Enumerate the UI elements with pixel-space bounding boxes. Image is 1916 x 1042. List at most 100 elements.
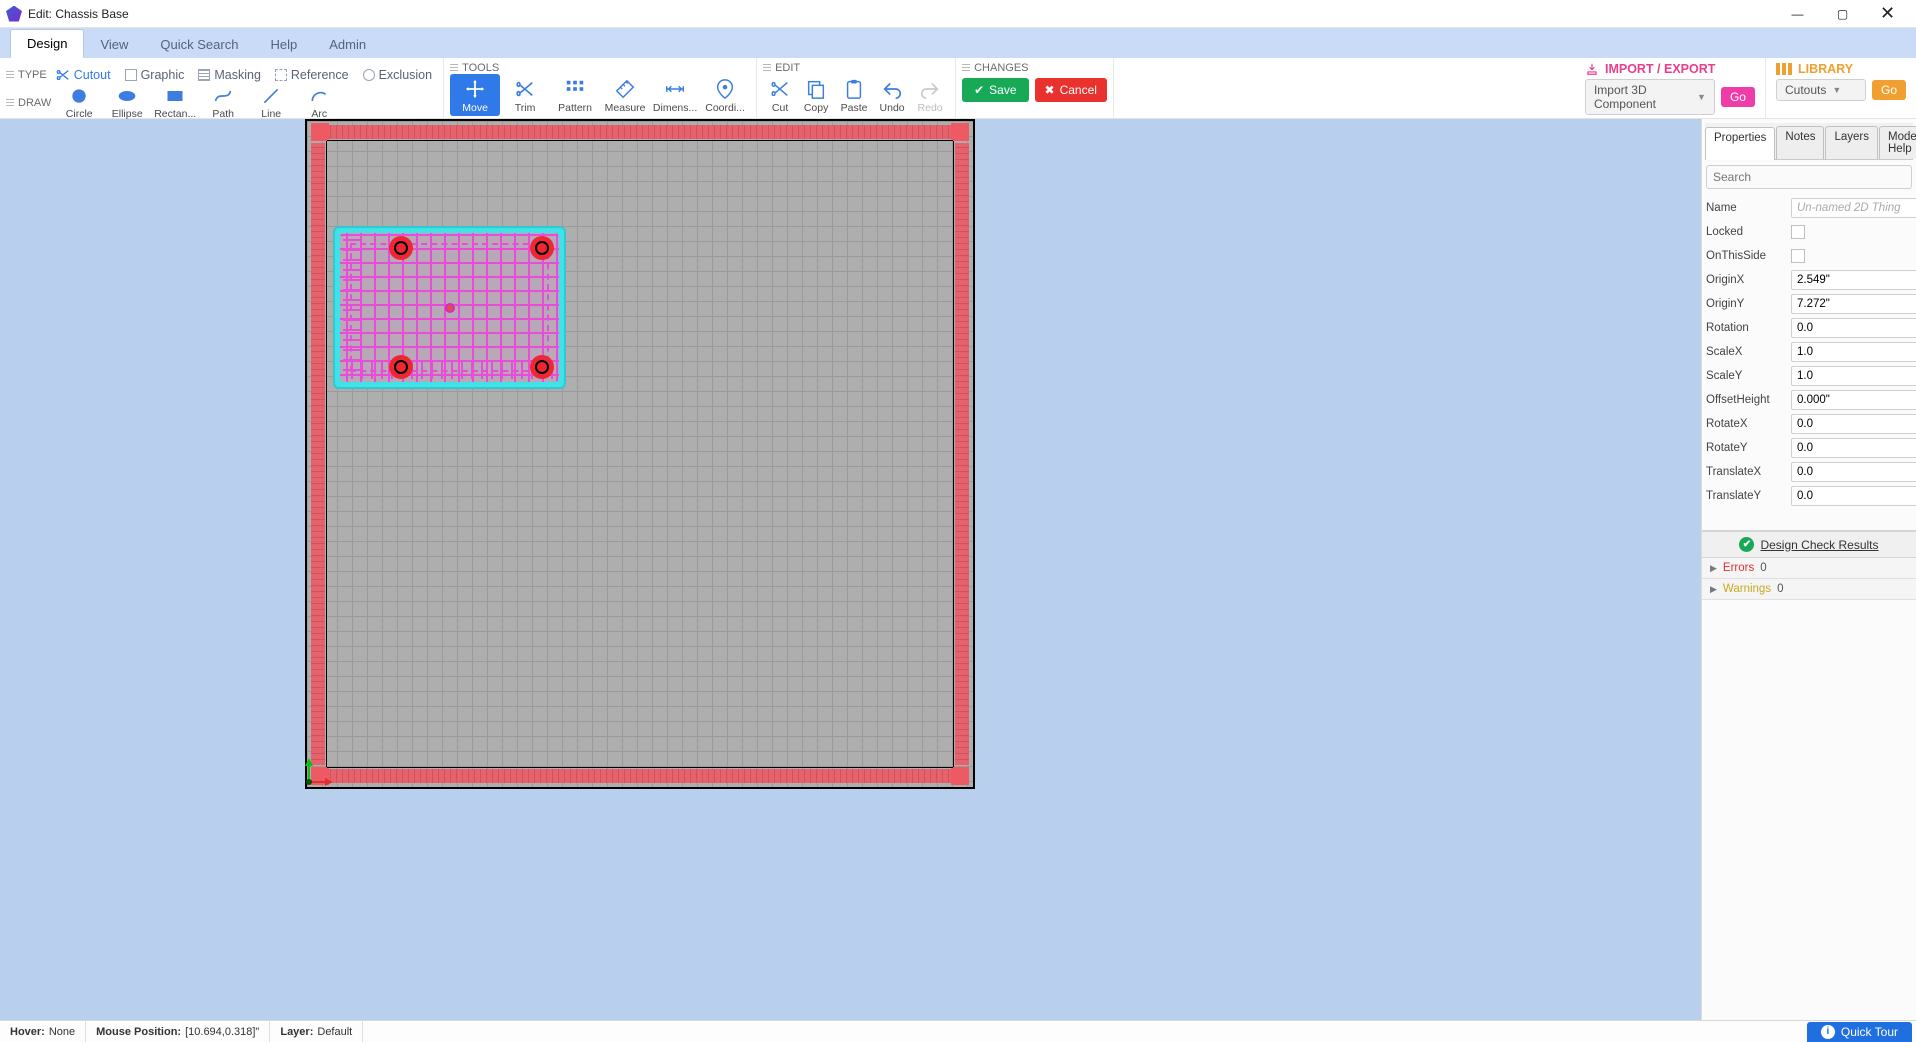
tools-group-label: TOOLS: [450, 62, 750, 74]
prop-rotation-input[interactable]: [1791, 318, 1916, 338]
pattern-icon: [563, 78, 587, 100]
tool-dimension[interactable]: Dimens...: [650, 74, 700, 116]
ribbon: TYPE Cutout Graphic Masking Reference Ex…: [0, 58, 1916, 119]
draw-ellipse[interactable]: Ellipse: [103, 82, 151, 124]
prop-scalex-input[interactable]: [1791, 342, 1916, 362]
type-exclusion[interactable]: Exclusion: [358, 66, 438, 84]
prop-translatey-input[interactable]: [1791, 486, 1916, 506]
caret-down-icon: ▼: [1832, 85, 1841, 95]
prop-translatex-input[interactable]: [1791, 462, 1916, 482]
edit-paste[interactable]: Paste: [835, 74, 873, 116]
tab-mode-help[interactable]: Mode Help: [1879, 126, 1916, 159]
window-maximize-button[interactable]: ▢: [1820, 0, 1865, 28]
menu-tab-view[interactable]: View: [84, 31, 144, 58]
prop-onthisside-checkbox[interactable]: [1791, 249, 1805, 263]
prop-locked-checkbox[interactable]: [1791, 225, 1805, 239]
tool-trim[interactable]: Trim: [500, 74, 550, 116]
tool-measure[interactable]: Measure: [600, 74, 650, 116]
prop-originy-label: OriginY: [1706, 298, 1791, 310]
status-mouse-position: Mouse Position:[10.694,0.318]": [86, 1021, 270, 1042]
redo-icon: [918, 78, 942, 100]
tool-pattern[interactable]: Pattern: [550, 74, 600, 116]
ribbon-import-export: IMPORT / EXPORT Import 3D Component▼ Go: [1575, 58, 1766, 118]
tab-layers[interactable]: Layers: [1825, 126, 1878, 159]
window-minimize-button[interactable]: —: [1775, 0, 1820, 28]
prop-onthisside-label: OnThisSide: [1706, 250, 1791, 262]
mount-hole: [389, 236, 413, 260]
design-check-errors[interactable]: ▶ Errors 0: [1702, 558, 1916, 579]
prop-originy-input[interactable]: [1791, 294, 1916, 314]
prop-originx-input[interactable]: [1791, 270, 1916, 290]
edit-cut[interactable]: Cut: [763, 74, 797, 116]
right-panel-tabs: Properties Notes Layers Mode Help: [1705, 123, 1913, 160]
menu-tab-help[interactable]: Help: [254, 31, 313, 58]
prop-scaley-input[interactable]: [1791, 366, 1916, 386]
design-check-header[interactable]: ✔ Design Check Results: [1702, 531, 1916, 558]
ellipse-icon: [116, 86, 138, 106]
import-icon: [1585, 62, 1599, 76]
prop-name-label: Name: [1706, 202, 1791, 214]
prop-scalex-label: ScaleX: [1706, 346, 1791, 358]
tool-coordinate[interactable]: Coordi...: [700, 74, 750, 116]
info-icon: i: [1821, 1025, 1835, 1039]
library-icon: [1776, 63, 1792, 75]
window-title: Edit: Chassis Base: [28, 7, 129, 21]
save-button[interactable]: ✔Save: [962, 78, 1028, 102]
draw-circle[interactable]: Circle: [55, 82, 103, 124]
draw-arc[interactable]: Arc: [295, 82, 343, 124]
tool-move[interactable]: Move: [450, 74, 500, 116]
edit-undo[interactable]: Undo: [873, 74, 911, 116]
prop-rotatey-input[interactable]: [1791, 438, 1916, 458]
titlebar: Edit: Chassis Base — ▢ ✕: [0, 0, 1916, 28]
library-dropdown[interactable]: Cutouts▼: [1776, 79, 1866, 101]
prop-scaley-label: ScaleY: [1706, 370, 1791, 382]
edit-group-label: EDIT: [763, 62, 949, 74]
chevron-right-icon: ▶: [1710, 584, 1717, 595]
square-icon: [125, 69, 137, 81]
prop-locked-label: Locked: [1706, 226, 1791, 238]
menu-bar: Design View Quick Search Help Admin: [0, 28, 1916, 58]
origin-marker: [305, 756, 335, 789]
path-icon: [212, 86, 234, 106]
prop-offsetheight-label: OffsetHeight: [1706, 394, 1791, 406]
menu-tab-quick-search[interactable]: Quick Search: [144, 31, 254, 58]
prop-offsetheight-input[interactable]: [1791, 390, 1916, 410]
measure-icon: [613, 78, 637, 100]
draw-path[interactable]: Path: [199, 82, 247, 124]
paste-icon: [842, 78, 866, 100]
coordinate-icon: [713, 78, 737, 100]
selected-component[interactable]: [333, 226, 566, 389]
cancel-button[interactable]: ✖Cancel: [1035, 78, 1107, 102]
prop-rotatex-input[interactable]: [1791, 414, 1916, 434]
draw-rectangle[interactable]: Rectan...: [151, 82, 199, 124]
prop-rotatey-label: RotateY: [1706, 442, 1791, 454]
caret-down-icon: ▼: [1697, 92, 1706, 102]
app-icon: [6, 6, 22, 22]
property-search-input[interactable]: [1706, 165, 1912, 189]
content-row: Properties Notes Layers Mode Help Name L…: [0, 119, 1916, 1020]
prop-rotation-label: Rotation: [1706, 322, 1791, 334]
tab-properties[interactable]: Properties: [1705, 127, 1775, 160]
edit-copy[interactable]: Copy: [797, 74, 835, 116]
menu-tab-admin[interactable]: Admin: [313, 31, 382, 58]
line-icon: [260, 86, 282, 106]
ribbon-library: LIBRARY Cutouts▼ Go: [1766, 58, 1916, 118]
import-dropdown[interactable]: Import 3D Component▼: [1585, 79, 1715, 115]
import-go-button[interactable]: Go: [1721, 87, 1755, 107]
design-canvas[interactable]: [0, 119, 1701, 1020]
prop-name-input[interactable]: [1791, 198, 1916, 218]
right-panel: Properties Notes Layers Mode Help Name L…: [1701, 119, 1916, 1020]
component-origin: [445, 303, 455, 313]
workpiece[interactable]: [305, 119, 975, 789]
library-go-button[interactable]: Go: [1872, 80, 1906, 100]
changes-group-label: CHANGES: [962, 62, 1107, 74]
menu-tab-design[interactable]: Design: [10, 29, 84, 58]
window-close-button[interactable]: ✕: [1865, 0, 1910, 28]
draw-line[interactable]: Line: [247, 82, 295, 124]
design-check-warnings[interactable]: ▶ Warnings 0: [1702, 579, 1916, 600]
quick-tour-button[interactable]: iQuick Tour: [1807, 1022, 1912, 1042]
check-icon: ✔: [974, 83, 984, 97]
tab-notes[interactable]: Notes: [1776, 126, 1824, 159]
masking-icon: [198, 69, 210, 81]
chevron-right-icon: ▶: [1710, 563, 1717, 574]
